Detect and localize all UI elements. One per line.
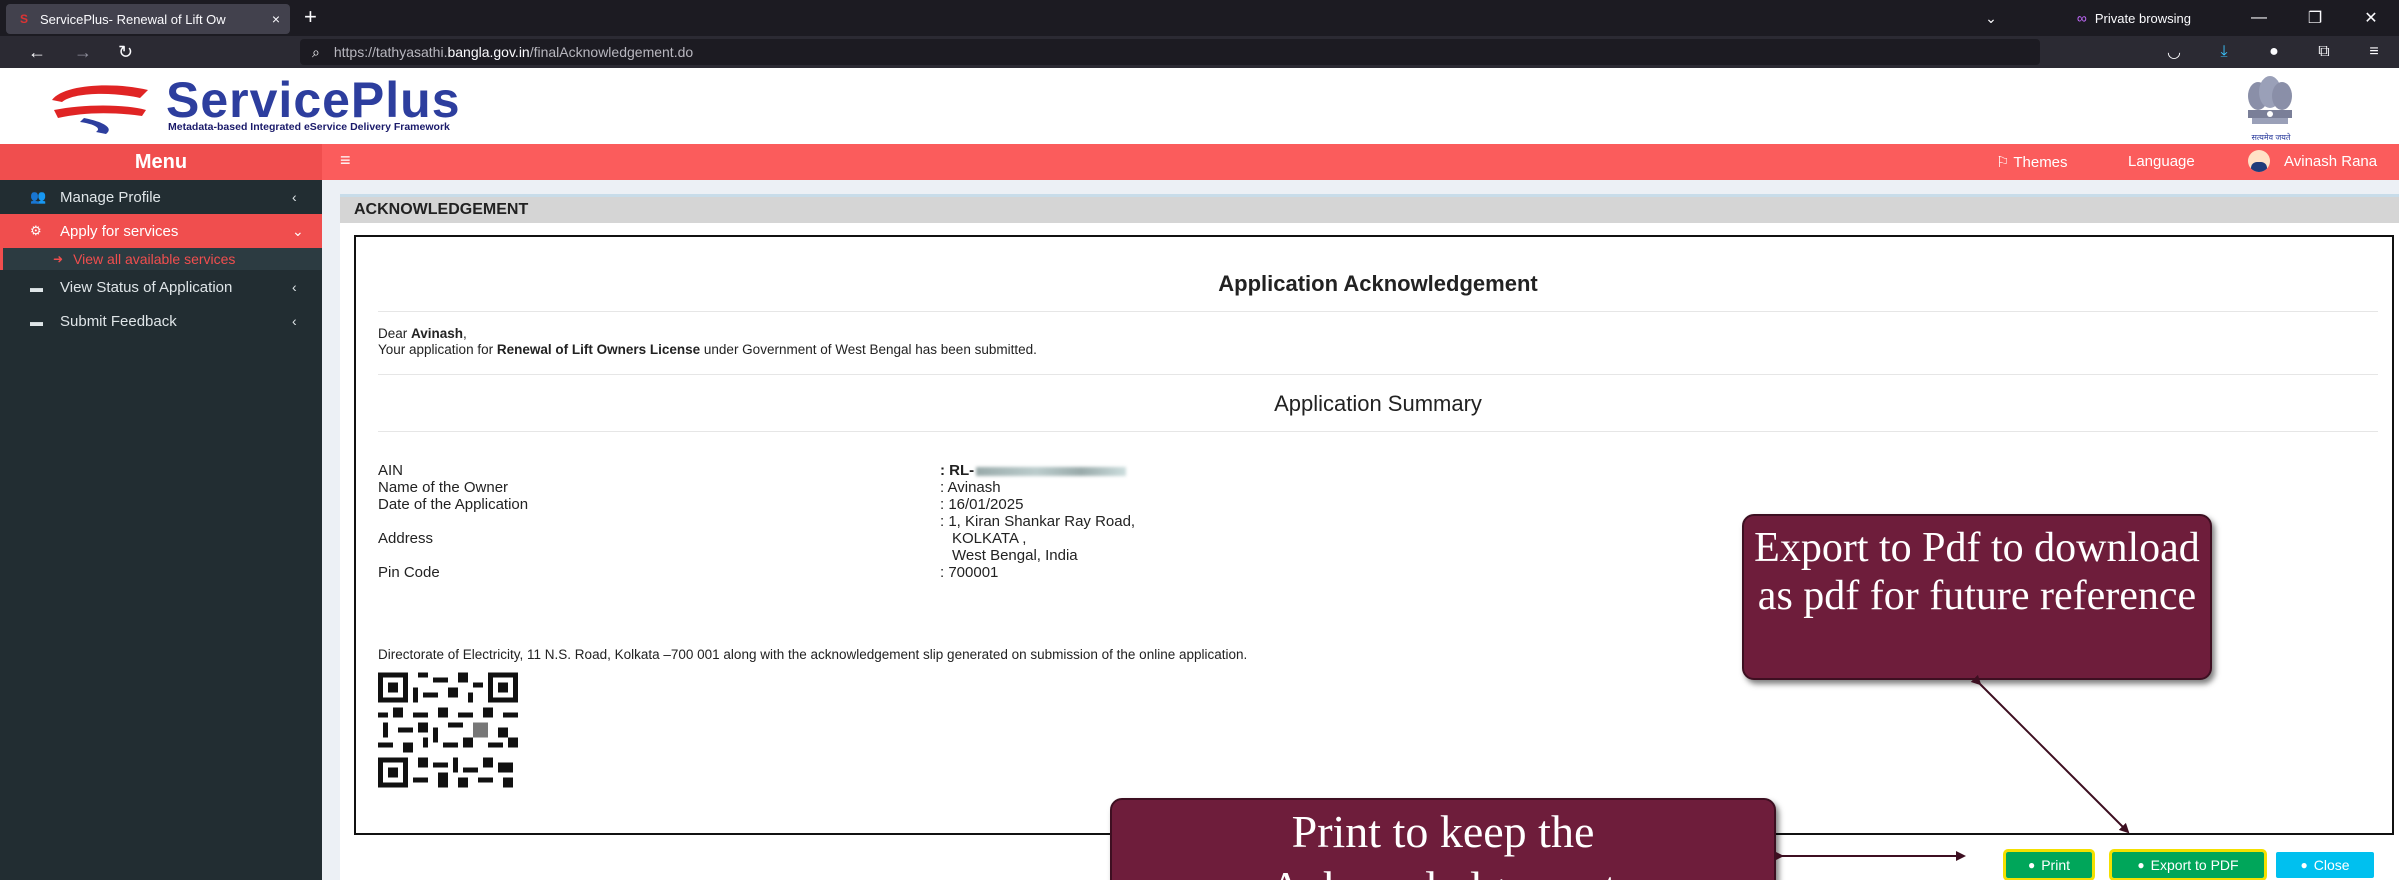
close-label: Close xyxy=(2313,857,2350,873)
export-pdf-callout: Export to Pdf to download as pdf for fut… xyxy=(1742,514,2212,680)
chevron-left-icon: ‹ xyxy=(292,189,297,205)
emblem-caption: सत्यमेव जयते xyxy=(2251,133,2291,142)
sidebar-subitem-view-all-services[interactable]: ➜ View all available services xyxy=(0,248,322,270)
site-header: ServicePlus Metadata-based Integrated eS… xyxy=(0,68,2399,144)
close-window-icon[interactable]: ✕ xyxy=(2343,8,2399,28)
export-dot-icon: ● xyxy=(2137,858,2145,872)
chevron-left-icon: ‹ xyxy=(292,279,297,295)
reload-icon[interactable]: ↻ xyxy=(118,40,133,64)
print-callout-line-1: Print to keep the xyxy=(1291,806,1595,857)
print-button[interactable]: ● Print xyxy=(2003,849,2095,880)
private-browsing-label: Private browsing xyxy=(2094,10,2191,26)
tab-title: ServicePlus- Renewal of Lift Ow xyxy=(40,11,226,27)
minimize-icon[interactable]: — xyxy=(2231,9,2287,27)
back-arrow-icon[interactable]: ← xyxy=(28,40,46,64)
export-label: Export to PDF xyxy=(2150,857,2239,873)
search-icon: ⌕ xyxy=(312,43,320,60)
url-domain: bangla.gov.in xyxy=(447,44,530,60)
account-icon[interactable]: ● xyxy=(2249,43,2299,61)
restore-icon[interactable]: ❐ xyxy=(2287,8,2343,28)
app-top-bar: ≡ ⚐ Themes Language Avinash Rana xyxy=(322,144,2399,180)
site-logo-subtitle: Metadata-based Integrated eService Deliv… xyxy=(168,121,450,133)
tab-close-icon[interactable]: × xyxy=(272,11,280,27)
sidebar: 👥 Manage Profile ‹ ⚙ Apply for services … xyxy=(0,180,322,880)
browser-tab[interactable]: S ServicePlus- Renewal of Lift Ow × xyxy=(6,4,290,34)
serviceplus-logo-icon xyxy=(52,85,148,134)
print-label: Print xyxy=(2041,857,2071,873)
screen: S ServicePlus- Renewal of Lift Ow × + ⌄ … xyxy=(0,0,2399,880)
print-callout-line-2: Acknowledgement xyxy=(1112,860,1774,880)
card-icon: ▬ xyxy=(30,279,43,295)
download-icon[interactable]: ⤓ xyxy=(2199,43,2249,61)
pocket-icon[interactable]: ◡ xyxy=(2149,42,2199,62)
private-mask-icon: ∞ xyxy=(2076,10,2087,26)
close-button[interactable]: ● Close xyxy=(2276,852,2374,878)
sidebar-item-submit-feedback[interactable]: ▬ Submit Feedback ‹ xyxy=(0,304,322,338)
chevron-down-icon: ⌄ xyxy=(292,222,304,239)
menu-hamburger-icon[interactable]: ≡ xyxy=(2349,43,2399,61)
close-dot-icon: ● xyxy=(2300,858,2308,872)
sidebar-subitem-label: View all available services xyxy=(73,251,236,267)
themes-label: Themes xyxy=(2013,154,2068,171)
address-bar[interactable]: ⌕ https://tathyasathi. bangla.gov.in/fina… xyxy=(300,39,2040,65)
chevron-left-icon: ‹ xyxy=(292,313,297,329)
browser-nav-bar: ← → ↻ ⌕ https://tathyasathi. bangla.gov.i… xyxy=(0,36,2399,68)
tab-list-chevron-icon[interactable]: ⌄ xyxy=(1985,10,1997,27)
sidebar-item-view-status[interactable]: ▬ View Status of Application ‹ xyxy=(0,270,322,304)
user-name: Avinash Rana xyxy=(2284,152,2378,170)
card-icon: ▬ xyxy=(30,313,43,329)
extensions-icon[interactable]: ⧉ xyxy=(2299,43,2349,61)
export-pdf-button[interactable]: ● Export to PDF xyxy=(2109,849,2267,880)
browser-toolbar-icons: ◡ ⤓ ● ⧉ ≡ xyxy=(2149,36,2399,68)
sidebar-item-apply-for-services[interactable]: ⚙ Apply for services ⌄ xyxy=(0,214,322,248)
site-logo-text: ServicePlus xyxy=(166,72,461,128)
sidebar-item-label: Manage Profile xyxy=(60,188,161,206)
site-favicon-icon: S xyxy=(19,12,28,26)
print-callout: Print to keep the Acknowledgement xyxy=(1110,798,1776,880)
arrow-circle-icon: ➜ xyxy=(53,252,64,266)
user-menu[interactable]: Avinash Rana xyxy=(2248,150,2377,172)
users-icon: 👥 xyxy=(30,189,47,204)
private-browsing-indicator: ∞ Private browsing xyxy=(2077,10,2191,26)
sidebar-item-manage-profile[interactable]: 👥 Manage Profile ‹ xyxy=(0,180,322,214)
avatar xyxy=(2248,150,2270,172)
window-controls: ⌄ ∞ Private browsing — ❐ ✕ xyxy=(1985,0,2399,36)
url-path: /finalAcknowledgement.do xyxy=(529,44,694,60)
url-prefix: https://tathyasathi. xyxy=(333,44,448,60)
sidebar-item-label: View Status of Application xyxy=(60,278,233,296)
sidebar-item-label: Apply for services xyxy=(60,222,179,240)
print-dot-icon: ● xyxy=(2027,858,2036,872)
cogs-icon: ⚙ xyxy=(30,223,42,238)
flag-icon: ⚐ xyxy=(1996,154,2014,171)
new-tab-icon[interactable]: + xyxy=(304,6,317,28)
sidebar-item-label: Submit Feedback xyxy=(60,312,177,330)
browser-tab-bar: S ServicePlus- Renewal of Lift Ow × + ⌄ … xyxy=(0,0,2399,36)
menu-header: Menu xyxy=(0,144,322,180)
sidebar-toggle-icon[interactable]: ≡ xyxy=(340,150,351,171)
language-menu[interactable]: Language xyxy=(2128,153,2195,170)
themes-menu[interactable]: ⚐ Themes xyxy=(1996,153,2068,171)
forward-arrow-icon[interactable]: → xyxy=(74,40,92,64)
